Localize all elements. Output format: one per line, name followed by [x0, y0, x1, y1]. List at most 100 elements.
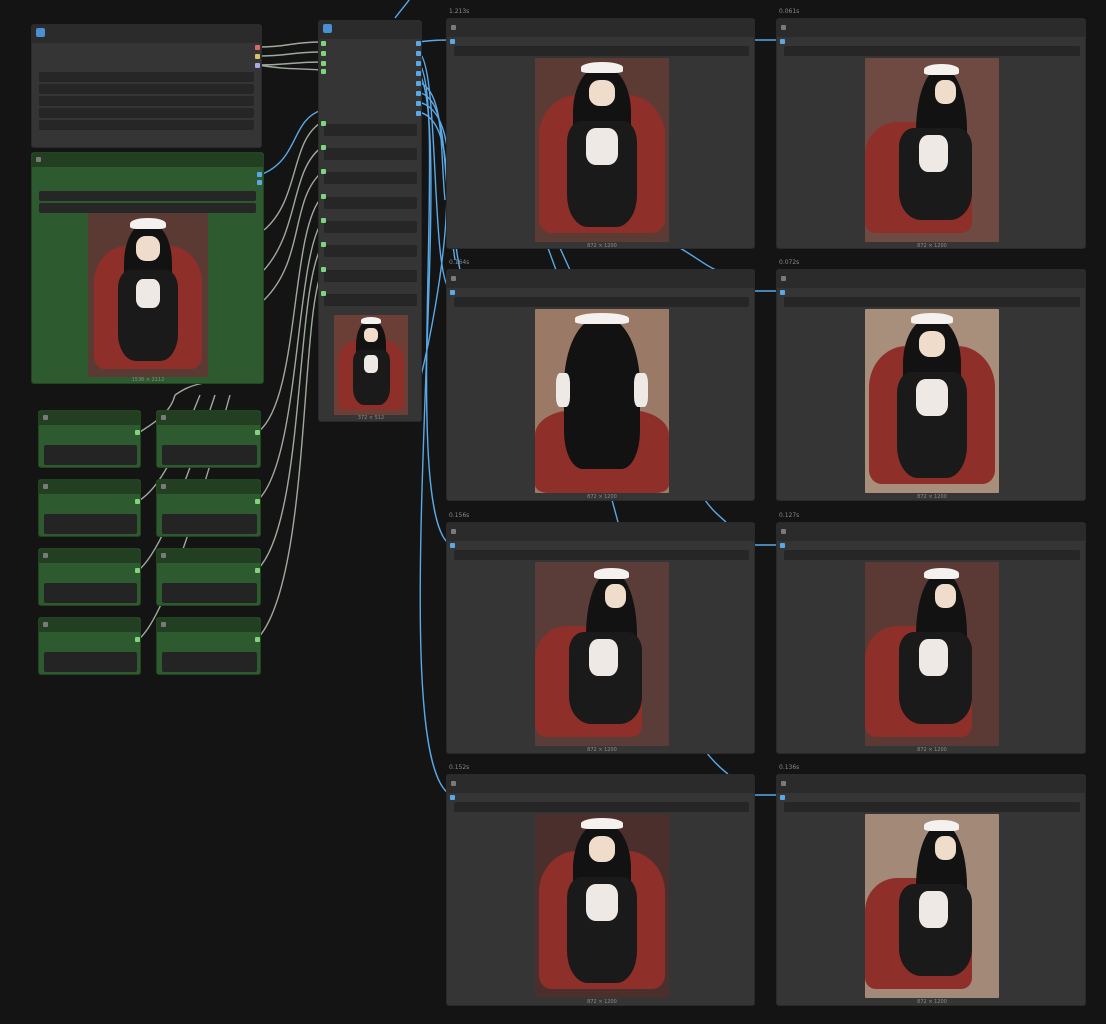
settings-widget-4[interactable] [39, 108, 254, 118]
result-node-title-bar[interactable] [777, 270, 1085, 288]
collapse-icon[interactable] [161, 415, 166, 420]
value-widget[interactable] [162, 652, 257, 672]
param-input-port[interactable] [321, 218, 326, 223]
image-input-port[interactable] [450, 543, 455, 548]
result-image[interactable] [535, 562, 669, 746]
processing-node-title-bar[interactable] [319, 21, 421, 39]
param-input-port[interactable] [321, 267, 326, 272]
collapse-icon[interactable] [36, 157, 41, 162]
filename-prefix-widget[interactable] [454, 802, 749, 812]
param-widget-8[interactable] [324, 294, 417, 306]
collapse-icon[interactable] [43, 622, 48, 627]
value-node-5[interactable] [156, 410, 261, 468]
param-input-port[interactable] [321, 291, 326, 296]
value-node-2[interactable] [38, 479, 141, 537]
value-node-title-bar[interactable] [39, 618, 140, 632]
settings-widget-5[interactable] [39, 120, 254, 130]
image-input-port[interactable] [450, 290, 455, 295]
result-preview-node-1[interactable]: 1.213s 872 × 1200 [446, 8, 755, 249]
param-input-port[interactable] [321, 169, 326, 174]
param-widget-2[interactable] [324, 148, 417, 160]
value-output-port[interactable] [255, 637, 260, 642]
filename-prefix-widget[interactable] [784, 802, 1080, 812]
collapse-icon[interactable] [43, 553, 48, 558]
value-output-port[interactable] [135, 499, 140, 504]
image-input-port[interactable] [780, 543, 785, 548]
result-image[interactable] [865, 309, 999, 493]
value-widget[interactable] [162, 583, 257, 603]
param-widget-5[interactable] [324, 221, 417, 233]
node-color-icon[interactable] [36, 28, 45, 37]
settings-node-title-bar[interactable] [32, 25, 261, 43]
input-port[interactable] [321, 41, 326, 46]
result-preview-node-6[interactable]: 0.127s 872 × 1200 [776, 512, 1086, 754]
value-node-title-bar[interactable] [39, 411, 140, 425]
value-node-title-bar[interactable] [39, 549, 140, 563]
loaded-image-thumbnail[interactable] [88, 213, 208, 377]
collapse-icon[interactable] [451, 25, 456, 30]
collapse-icon[interactable] [161, 553, 166, 558]
output-port[interactable] [416, 71, 421, 76]
param-widget-1[interactable] [324, 124, 417, 136]
value-node-title-bar[interactable] [157, 549, 260, 563]
collapse-icon[interactable] [43, 484, 48, 489]
param-input-port[interactable] [321, 145, 326, 150]
filename-prefix-widget[interactable] [784, 297, 1080, 307]
param-widget-4[interactable] [324, 197, 417, 209]
result-image[interactable] [865, 562, 999, 746]
param-widget-3[interactable] [324, 172, 417, 184]
value-node-7[interactable] [156, 548, 261, 606]
value-output-port[interactable] [135, 568, 140, 573]
collapse-icon[interactable] [161, 484, 166, 489]
result-node-title-bar[interactable] [447, 775, 754, 793]
filename-prefix-widget[interactable] [454, 550, 749, 560]
collapse-icon[interactable] [43, 415, 48, 420]
value-node-6[interactable] [156, 479, 261, 537]
value-node-title-bar[interactable] [157, 480, 260, 494]
image-input-port[interactable] [780, 795, 785, 800]
load-image-node[interactable]: 1536 × 2112 [31, 152, 264, 384]
result-node-title-bar[interactable] [777, 775, 1085, 793]
output-port-yellow[interactable] [255, 54, 260, 59]
output-port[interactable] [416, 111, 421, 116]
mask-output-port[interactable] [257, 180, 262, 185]
image-upload-widget[interactable] [39, 203, 256, 213]
node-graph-canvas[interactable]: 1536 × 2112 372 × 512 1.213s 872 × 1200 … [0, 0, 1106, 1024]
value-node-1[interactable] [38, 410, 141, 468]
value-output-port[interactable] [255, 568, 260, 573]
output-port[interactable] [416, 91, 421, 96]
result-preview-node-5[interactable]: 0.156s 872 × 1200 [446, 512, 755, 754]
value-node-title-bar[interactable] [157, 618, 260, 632]
output-port-red[interactable] [255, 45, 260, 50]
value-node-title-bar[interactable] [157, 411, 260, 425]
value-widget[interactable] [162, 445, 257, 465]
image-input-port[interactable] [450, 795, 455, 800]
settings-node[interactable] [31, 24, 262, 148]
value-node-8[interactable] [156, 617, 261, 675]
value-node-3[interactable] [38, 548, 141, 606]
output-port-lavender[interactable] [255, 63, 260, 68]
result-preview-node-2[interactable]: 0.061s 872 × 1200 [776, 8, 1086, 249]
value-widget[interactable] [44, 652, 137, 672]
value-widget[interactable] [44, 583, 137, 603]
collapse-icon[interactable] [451, 529, 456, 534]
load-image-node-title-bar[interactable] [32, 153, 263, 167]
param-widget-6[interactable] [324, 245, 417, 257]
image-input-port[interactable] [450, 39, 455, 44]
param-input-port[interactable] [321, 194, 326, 199]
filename-prefix-widget[interactable] [784, 550, 1080, 560]
result-node-title-bar[interactable] [777, 19, 1085, 37]
input-port[interactable] [321, 69, 326, 74]
input-port[interactable] [321, 51, 326, 56]
value-widget[interactable] [162, 514, 257, 534]
result-preview-node-3[interactable]: 0.164s 872 × 1200 [446, 259, 755, 501]
collapse-icon[interactable] [781, 276, 786, 281]
param-input-port[interactable] [321, 242, 326, 247]
result-node-title-bar[interactable] [447, 19, 754, 37]
value-output-port[interactable] [255, 499, 260, 504]
collapse-icon[interactable] [161, 622, 166, 627]
result-image[interactable] [865, 814, 999, 998]
settings-widget-3[interactable] [39, 96, 254, 106]
result-preview-node-7[interactable]: 0.152s 872 × 1200 [446, 764, 755, 1006]
processing-node[interactable]: 372 × 512 [318, 20, 422, 422]
